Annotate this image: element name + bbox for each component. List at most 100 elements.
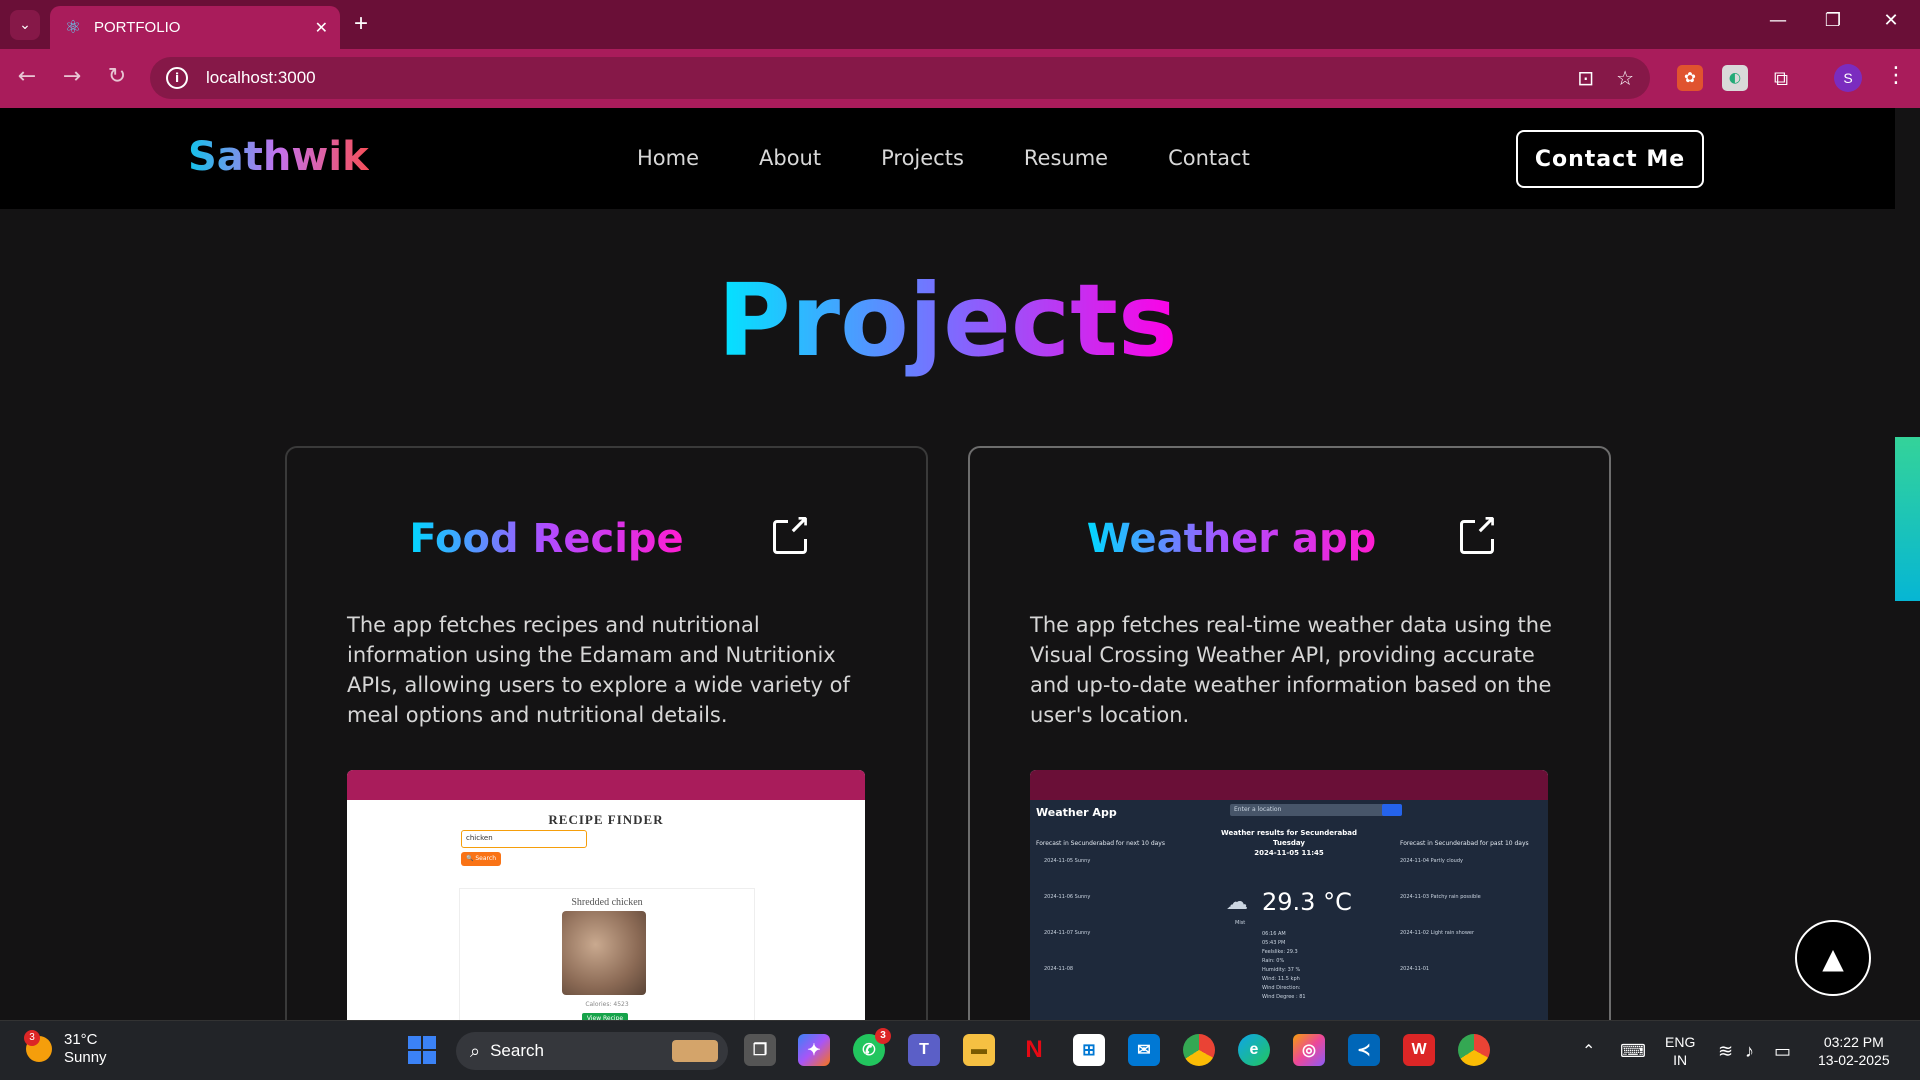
bookmark-star-icon[interactable]: ☆ xyxy=(1616,66,1634,90)
new-tab-button[interactable]: + xyxy=(354,10,368,38)
site-info-icon[interactable]: i xyxy=(166,67,188,89)
project-description: The app fetches recipes and nutritional … xyxy=(347,613,850,727)
site-nav-links: Home About Projects Resume Contact xyxy=(637,146,1250,170)
nav-link-resume[interactable]: Resume xyxy=(1024,146,1108,170)
close-window-button[interactable]: ✕ xyxy=(1871,10,1911,31)
language-indicator[interactable]: ENG IN xyxy=(1665,1021,1695,1080)
extensions-puzzle-icon[interactable]: ⧉ xyxy=(1768,65,1794,91)
volume-icon[interactable]: ♪ xyxy=(1745,1021,1754,1080)
preview-forecast-row: 2024-11-06 Sunny xyxy=(1044,894,1091,900)
address-bar[interactable]: i localhost:3000 ⊡ ☆ xyxy=(150,57,1650,99)
taskbar-search[interactable]: ⌕ Search xyxy=(456,1032,728,1070)
preview-forecast-past-title: Forecast in Secunderabad for past 10 day… xyxy=(1400,840,1529,847)
file-explorer-icon[interactable]: ▬ xyxy=(963,1034,995,1066)
tab-title: PORTFOLIO xyxy=(94,19,181,36)
address-url[interactable]: localhost:3000 xyxy=(206,68,1555,88)
netflix-icon[interactable]: N xyxy=(1018,1034,1050,1066)
minimize-button[interactable]: — xyxy=(1758,10,1798,31)
site-header: Sathwik Home About Projects Resume Conta… xyxy=(0,108,1895,209)
browser-tab-portfolio[interactable]: ⚛ PORTFOLIO ✕ xyxy=(50,6,340,49)
preview-search-input: chicken xyxy=(461,830,587,848)
chrome-icon[interactable] xyxy=(1183,1034,1215,1066)
wps-office-icon[interactable]: W xyxy=(1403,1034,1435,1066)
scrollbar-thumb[interactable] xyxy=(1895,437,1920,601)
preview-details: 06:16 AM 05:43 PM Feelslike: 29.3 Rain: … xyxy=(1262,930,1306,1002)
preview-forecast-row: 2024-11-08 xyxy=(1044,966,1074,972)
nav-link-projects[interactable]: Projects xyxy=(881,146,964,170)
preview-detail: Humidity: 37 % xyxy=(1262,967,1301,973)
microsoft-store-icon[interactable]: ⊞ xyxy=(1073,1034,1105,1066)
keyboard-icon[interactable]: ⌨ xyxy=(1620,1021,1646,1080)
preview-location-input: Enter a location xyxy=(1230,804,1386,816)
preview-search-button xyxy=(1382,804,1402,816)
nav-link-contact[interactable]: Contact xyxy=(1168,146,1250,170)
screenshot-browser-bar xyxy=(1030,770,1548,800)
tab-list-button[interactable]: ⌄ xyxy=(10,10,40,40)
close-tab-icon[interactable]: ✕ xyxy=(315,18,328,37)
external-link-icon[interactable] xyxy=(1460,513,1497,554)
preview-detail: Rain: 0% xyxy=(1262,958,1285,964)
preview-temperature: 29.3 °C xyxy=(1262,888,1352,916)
contact-me-button[interactable]: Contact Me xyxy=(1516,130,1704,188)
chrome-profile-icon[interactable] xyxy=(1458,1034,1490,1066)
windows-start-icon[interactable] xyxy=(408,1036,436,1064)
windows-taskbar: 3 31°C Sunny ⌕ Search ❐ ✦ ✆ 3 T ▬ N ⊞ ✉ e… xyxy=(0,1020,1920,1080)
nav-link-home[interactable]: Home xyxy=(637,146,699,170)
preview-forecast-row: 2024-11-04 Partly cloudy xyxy=(1400,858,1463,864)
browser-toolbar: ← → ↻ i localhost:3000 ⊡ ☆ ✿ ◐ ⧉ S ⋮ xyxy=(0,49,1920,108)
browser-tab-bar: ⌄ ⚛ PORTFOLIO ✕ + — ❐ ✕ xyxy=(0,0,1920,49)
preview-heading: Weather App xyxy=(1036,806,1117,819)
preview-forecast-row: 2024-11-03 Patchy rain possible xyxy=(1400,894,1481,900)
more-menu-icon[interactable]: ⋮ xyxy=(1885,63,1907,88)
preview-heading: RECIPE FINDER xyxy=(548,812,664,827)
clock-date: 13-02-2025 xyxy=(1818,1052,1890,1068)
teams-icon[interactable]: T xyxy=(908,1034,940,1066)
project-card-food-recipe: Food Recipe The app fetches recipes and … xyxy=(285,446,928,1080)
project-title-text: Weather app xyxy=(1086,516,1377,562)
preview-detail: 06:16 AM xyxy=(1262,931,1286,937)
notification-badge: 3 xyxy=(24,1030,40,1046)
extension-icon[interactable]: ◐ xyxy=(1722,65,1748,91)
preview-results-line: 2024-11-05 11:45 xyxy=(1254,849,1324,857)
preview-forecast-row: 2024-11-02 Light rain shower xyxy=(1400,930,1475,936)
taskbar-search-label: Search xyxy=(490,1041,544,1060)
site-logo[interactable]: Sathwik xyxy=(188,134,369,180)
restore-button[interactable]: ❐ xyxy=(1813,10,1853,31)
nav-link-about[interactable]: About xyxy=(759,146,821,170)
sun-icon: 3 xyxy=(24,1030,52,1062)
preview-forecast-row: 2024-11-07 Sunny xyxy=(1044,930,1091,936)
weather-widget[interactable]: 3 31°C Sunny xyxy=(24,1030,107,1067)
task-view-icon[interactable]: ❐ xyxy=(744,1034,776,1066)
back-to-top-button[interactable]: ▲ xyxy=(1795,920,1871,996)
preview-results-line: Weather results for Secunderabad xyxy=(1221,829,1357,837)
preview-forecast-row: 2024-11-01 xyxy=(1400,966,1430,972)
taskbar-clock[interactable]: 03:22 PM 13-02-2025 xyxy=(1818,1021,1890,1080)
whatsapp-icon[interactable]: ✆ 3 xyxy=(853,1028,891,1066)
mail-icon[interactable]: ✉ xyxy=(1128,1034,1160,1066)
copilot-icon[interactable]: ✦ xyxy=(798,1034,830,1066)
extension-icon[interactable]: ✿ xyxy=(1677,65,1703,91)
preview-condition: Mist xyxy=(1235,920,1246,926)
preview-forecast-row: 2024-11-05 Sunny xyxy=(1044,858,1091,864)
page-title: Projects xyxy=(0,262,1895,379)
forward-arrow-icon[interactable]: → xyxy=(57,64,87,89)
install-app-icon[interactable]: ⊡ xyxy=(1577,66,1594,90)
chevron-up-icon[interactable]: ⌃ xyxy=(1582,1021,1595,1080)
project-card-weather-app: Weather app The app fetches real-time we… xyxy=(968,446,1611,1080)
battery-icon[interactable]: ▭ xyxy=(1774,1021,1791,1080)
preview-recipe-image xyxy=(562,911,646,995)
wifi-icon[interactable]: ≋ xyxy=(1718,1021,1733,1080)
reload-icon[interactable]: ↻ xyxy=(102,64,132,89)
preview-calories: Calories: 4523 xyxy=(585,1001,629,1008)
external-link-icon[interactable] xyxy=(773,513,810,554)
project-description: The app fetches real-time weather data u… xyxy=(1030,613,1552,727)
preview-detail: Feelslike: 29.3 xyxy=(1262,949,1298,955)
profile-avatar[interactable]: S xyxy=(1834,64,1862,92)
preview-detail: 05:43 PM xyxy=(1262,940,1286,946)
back-arrow-icon[interactable]: ← xyxy=(12,64,42,89)
page-title-text: Projects xyxy=(717,262,1178,379)
instagram-icon[interactable]: ◎ xyxy=(1293,1034,1325,1066)
preview-forecast-next-title: Forecast in Secunderabad for next 10 day… xyxy=(1036,840,1165,847)
edge-icon[interactable]: e xyxy=(1238,1034,1270,1066)
vscode-icon[interactable]: ≺ xyxy=(1348,1034,1380,1066)
